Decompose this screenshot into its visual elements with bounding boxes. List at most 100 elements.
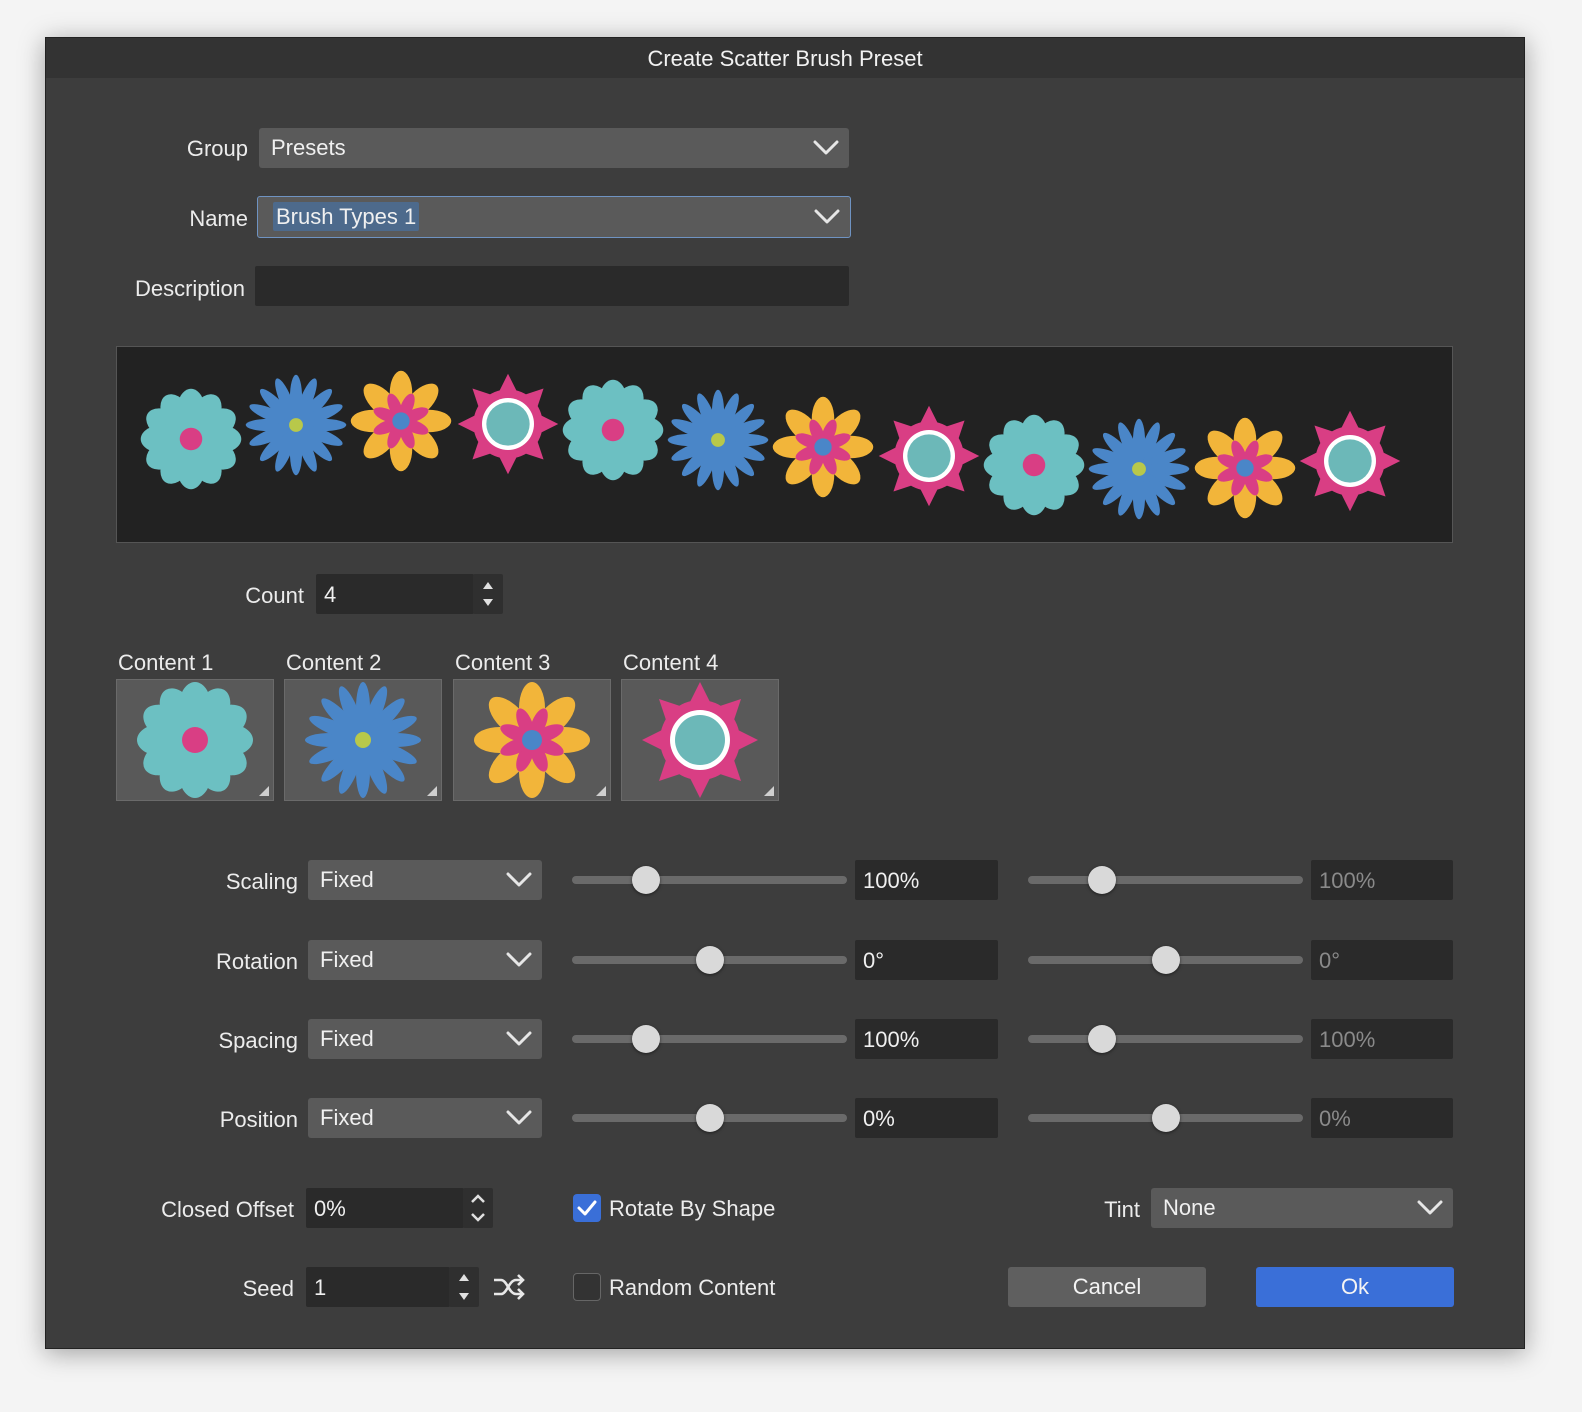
checkmark-icon bbox=[577, 1200, 597, 1216]
spacing-slider-2[interactable] bbox=[1028, 1035, 1303, 1043]
chevron-down-icon bbox=[1417, 1199, 1443, 1217]
chevron-down-icon bbox=[506, 1109, 532, 1127]
description-field[interactable] bbox=[255, 266, 849, 306]
preview-flower-yellow bbox=[350, 370, 452, 472]
closed-offset-stepper[interactable] bbox=[463, 1188, 493, 1228]
content-3-thumbnail[interactable] bbox=[453, 679, 611, 801]
brush-preview bbox=[116, 346, 1453, 543]
preview-flower-teal bbox=[562, 379, 664, 481]
stepper-arrows-icon bbox=[471, 1194, 485, 1222]
chevron-down-icon bbox=[506, 951, 532, 969]
random-content-label: Random Content bbox=[609, 1275, 776, 1300]
position-label: Position bbox=[219, 1107, 298, 1132]
name-value[interactable]: Brush Types 1 bbox=[273, 202, 420, 231]
stepper-arrows-icon bbox=[459, 1274, 469, 1300]
tint-label: Tint bbox=[1104, 1197, 1140, 1222]
scaling-mode-dropdown[interactable]: Fixed bbox=[308, 860, 542, 900]
dialog-title: Create Scatter Brush Preset bbox=[46, 38, 1524, 78]
count-field[interactable]: 4 bbox=[316, 574, 474, 614]
preview-flower-blue bbox=[245, 374, 347, 476]
position-value-2[interactable]: 0% bbox=[1311, 1098, 1453, 1138]
scaling-slider-2[interactable] bbox=[1028, 876, 1303, 884]
group-dropdown[interactable]: Presets bbox=[259, 128, 849, 168]
rotation-mode-dropdown[interactable]: Fixed bbox=[308, 940, 542, 980]
preview-flower-teal bbox=[983, 414, 1085, 516]
preview-flower-blue bbox=[667, 389, 769, 491]
preview-flower-pink bbox=[457, 373, 559, 475]
seed-label: Seed bbox=[242, 1276, 294, 1301]
preview-flower-teal bbox=[140, 388, 242, 490]
scaling-slider-1[interactable] bbox=[572, 876, 847, 884]
random-content-checkbox[interactable] bbox=[573, 1273, 601, 1301]
yellow-flower-icon bbox=[474, 682, 590, 798]
create-scatter-brush-dialog: Create Scatter Brush Preset Group Preset… bbox=[45, 37, 1525, 1349]
ok-button[interactable]: Ok bbox=[1256, 1267, 1454, 1307]
scaling-label: Scaling bbox=[225, 869, 298, 894]
scaling-value-1[interactable]: 100% bbox=[855, 860, 998, 900]
content-3-label: Content 3 bbox=[455, 650, 551, 675]
spacing-mode-dropdown[interactable]: Fixed bbox=[308, 1019, 542, 1059]
content-4-label: Content 4 bbox=[623, 650, 719, 675]
rotation-label: Rotation bbox=[216, 949, 298, 974]
group-value: Presets bbox=[271, 135, 346, 160]
resize-corner-icon bbox=[427, 786, 437, 796]
spacing-value-1[interactable]: 100% bbox=[855, 1019, 998, 1059]
chevron-down-icon bbox=[506, 1030, 532, 1048]
resize-corner-icon bbox=[764, 786, 774, 796]
position-slider-2-knob[interactable] bbox=[1151, 1104, 1180, 1132]
name-combobox[interactable]: Brush Types 1 bbox=[257, 196, 851, 238]
tint-value: None bbox=[1163, 1195, 1216, 1220]
position-mode-dropdown[interactable]: Fixed bbox=[308, 1098, 542, 1138]
preview-flower-pink bbox=[1299, 410, 1401, 512]
rotate-by-shape-label: Rotate By Shape bbox=[609, 1196, 776, 1221]
preview-flower-pink bbox=[878, 405, 980, 507]
scaling-slider-1-knob[interactable] bbox=[632, 866, 661, 894]
content-1-label: Content 1 bbox=[118, 650, 214, 675]
preview-flower-yellow bbox=[772, 396, 874, 498]
preview-flower-blue bbox=[1088, 418, 1190, 520]
spacing-slider-1[interactable] bbox=[572, 1035, 847, 1043]
spacing-mode-value: Fixed bbox=[320, 1026, 374, 1051]
spacing-value-2[interactable]: 100% bbox=[1311, 1019, 1453, 1059]
seed-field[interactable]: 1 bbox=[306, 1267, 450, 1307]
pink-flower-icon bbox=[642, 682, 758, 798]
name-label: Name bbox=[189, 206, 248, 231]
chevron-down-icon bbox=[813, 139, 839, 157]
rotation-value-2[interactable]: 0° bbox=[1311, 940, 1453, 980]
rotation-mode-value: Fixed bbox=[320, 947, 374, 972]
scaling-value-2[interactable]: 100% bbox=[1311, 860, 1453, 900]
position-slider-1-knob[interactable] bbox=[695, 1104, 724, 1132]
cancel-button[interactable]: Cancel bbox=[1008, 1267, 1206, 1307]
position-mode-value: Fixed bbox=[320, 1105, 374, 1130]
blue-flower-icon bbox=[305, 682, 421, 798]
stepper-arrows-icon bbox=[483, 582, 493, 606]
count-label: Count bbox=[245, 583, 304, 608]
chevron-down-icon bbox=[814, 208, 840, 226]
content-4-thumbnail[interactable] bbox=[621, 679, 779, 801]
rotate-by-shape-checkbox[interactable] bbox=[573, 1194, 601, 1222]
brush-preview-flowers bbox=[140, 370, 1401, 520]
resize-corner-icon bbox=[259, 786, 269, 796]
preview-flower-yellow bbox=[1194, 417, 1296, 519]
rotation-slider-1-knob[interactable] bbox=[695, 946, 724, 974]
group-label: Group bbox=[186, 136, 248, 161]
spacing-slider-1-knob[interactable] bbox=[632, 1025, 661, 1053]
chevron-down-icon bbox=[506, 871, 532, 889]
rotation-value-1[interactable]: 0° bbox=[855, 940, 998, 980]
scaling-mode-value: Fixed bbox=[320, 867, 374, 892]
position-value-1[interactable]: 0% bbox=[855, 1098, 998, 1138]
count-stepper[interactable] bbox=[473, 574, 503, 614]
scaling-slider-2-knob[interactable] bbox=[1088, 866, 1117, 894]
tint-dropdown[interactable]: None bbox=[1151, 1188, 1453, 1228]
closed-offset-field[interactable]: 0% bbox=[306, 1188, 464, 1228]
content-2-thumbnail[interactable] bbox=[284, 679, 442, 801]
rotation-slider-2-knob[interactable] bbox=[1151, 946, 1180, 974]
content-1-thumbnail[interactable] bbox=[116, 679, 274, 801]
spacing-label: Spacing bbox=[218, 1028, 298, 1053]
resize-corner-icon bbox=[596, 786, 606, 796]
spacing-slider-2-knob[interactable] bbox=[1088, 1025, 1117, 1053]
seed-stepper[interactable] bbox=[449, 1267, 479, 1307]
teal-flower-icon bbox=[136, 681, 254, 799]
shuffle-icon[interactable] bbox=[492, 1274, 528, 1300]
closed-offset-label: Closed Offset bbox=[161, 1197, 294, 1222]
